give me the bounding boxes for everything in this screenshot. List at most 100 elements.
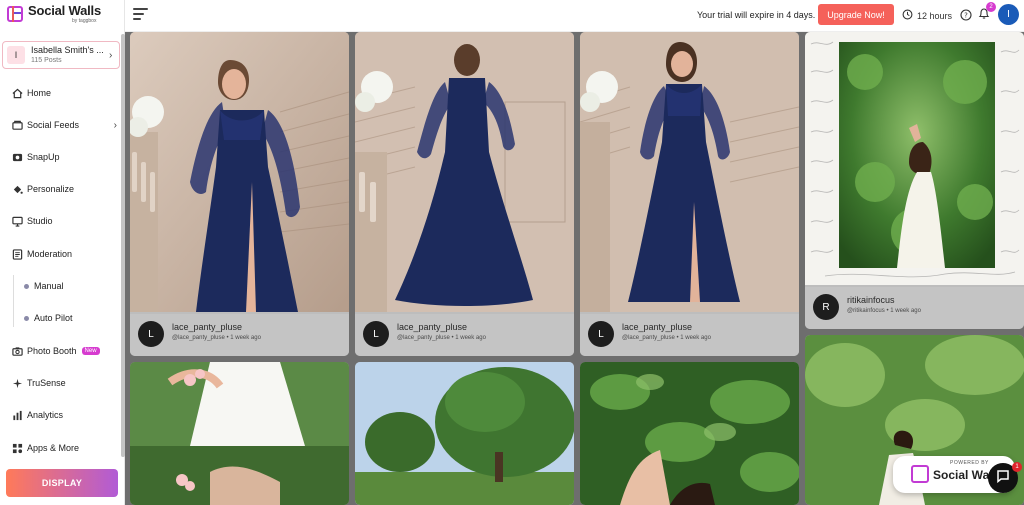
app-subtitle: by taggbox xyxy=(72,18,97,24)
post-image xyxy=(355,362,574,505)
post-card[interactable]: L lace_panty_pluse @lace_panty_pluse • 1… xyxy=(580,32,799,356)
sparkle-icon xyxy=(11,377,23,389)
bullet-icon xyxy=(24,315,29,321)
sidebar-item-analytics[interactable]: Analytics xyxy=(11,407,121,423)
sidebar-item-label: Photo Booth xyxy=(27,346,77,356)
post-username[interactable]: lace_panty_pluse xyxy=(172,322,242,332)
sidebar-item-photo-booth[interactable]: Photo Booth New xyxy=(11,343,121,359)
post-footer: R ritikainfocus @ritikainfocus • 1 week … xyxy=(805,287,1024,329)
post-footer: L lace_panty_pluse @lace_panty_pluse • 1… xyxy=(580,314,799,356)
clock-icon xyxy=(902,9,913,22)
post-handle: @lace_panty_pluse xyxy=(622,335,675,341)
post-meta: @lace_panty_pluse • 1 week ago xyxy=(397,335,486,341)
post-footer: L lace_panty_pluse @lace_panty_pluse • 1… xyxy=(130,314,349,356)
post-username[interactable]: ritikainfocus xyxy=(847,295,895,305)
app-root: Social Walls by taggbox I Isabella Smith… xyxy=(0,0,1024,505)
time-remaining[interactable]: 12 hours xyxy=(902,9,952,22)
sidebar-item-personalize[interactable]: Personalize xyxy=(11,181,121,197)
help-icon[interactable]: ? xyxy=(960,8,972,26)
sidebar-item-label: Apps & More xyxy=(27,443,80,453)
post-handle: @lace_panty_pluse xyxy=(397,335,450,341)
post-avatar: R xyxy=(813,294,839,320)
post-image xyxy=(580,32,799,312)
bar-chart-icon xyxy=(11,409,23,421)
sidebar-item-snapup[interactable]: SnapUp xyxy=(11,149,121,165)
post-handle: @ritikainfocus xyxy=(847,308,885,314)
post-time: 1 week ago xyxy=(230,335,261,341)
post-card[interactable] xyxy=(580,362,799,505)
sidebar-item-label: Moderation xyxy=(27,249,73,259)
topbar: Your trial will expire in 4 days. Upgrad… xyxy=(125,0,1024,32)
post-avatar: L xyxy=(588,321,614,347)
post-card[interactable]: R ritikainfocus @ritikainfocus • 1 week … xyxy=(805,32,1024,329)
upgrade-button[interactable]: Upgrade Now! xyxy=(818,4,894,25)
logo-icon xyxy=(7,6,23,22)
sidebar-item-label: Studio xyxy=(27,216,53,226)
post-image xyxy=(130,362,349,505)
post-meta: @ritikainfocus • 1 week ago xyxy=(847,308,921,314)
svg-text:?: ? xyxy=(964,12,968,20)
sidebar-subitem-manual[interactable]: Manual xyxy=(24,279,64,293)
sidebar-item-label: Personalize xyxy=(27,184,75,194)
app-title: Social Walls xyxy=(28,3,101,18)
social-wall-feed: L lace_panty_pluse @lace_panty_pluse • 1… xyxy=(125,32,1024,505)
sidebar-item-social-feeds[interactable]: Social Feeds › xyxy=(11,117,121,133)
chevron-right-icon: › xyxy=(109,49,113,61)
paint-bucket-icon xyxy=(11,183,23,195)
powered-by-label: POWERED BY xyxy=(950,460,989,466)
user-avatar[interactable]: I xyxy=(998,4,1019,25)
post-card[interactable]: L lace_panty_pluse @lace_panty_pluse • 1… xyxy=(130,32,349,356)
post-card[interactable] xyxy=(130,362,349,505)
post-footer: L lace_panty_pluse @lace_panty_pluse • 1… xyxy=(355,314,574,356)
sidebar-item-label: Home xyxy=(27,88,52,98)
submenu-divider xyxy=(13,275,14,327)
wall-post-count: 115 Posts xyxy=(31,57,62,64)
camera-icon xyxy=(11,345,23,357)
bullet-icon xyxy=(24,283,29,289)
post-time: 1 week ago xyxy=(680,335,711,341)
post-avatar: L xyxy=(363,321,389,347)
logo[interactable]: Social Walls by taggbox xyxy=(7,4,101,24)
post-image xyxy=(580,362,799,505)
feeds-icon xyxy=(11,119,23,131)
sidebar-item-home[interactable]: Home xyxy=(11,85,121,101)
wall-name: Isabella Smith's ... xyxy=(31,45,104,55)
sidebar-subitem-auto-pilot[interactable]: Auto Pilot xyxy=(24,311,73,325)
post-card[interactable] xyxy=(355,362,574,505)
wall-avatar: I xyxy=(7,46,25,64)
post-username[interactable]: lace_panty_pluse xyxy=(397,322,467,332)
sidebar-item-label: Analytics xyxy=(27,410,64,420)
sidebar-item-apps-more[interactable]: Apps & More xyxy=(11,440,121,456)
chat-icon xyxy=(996,469,1010,488)
monitor-icon xyxy=(11,215,23,227)
post-username[interactable]: lace_panty_pluse xyxy=(622,322,692,332)
post-meta: @lace_panty_pluse • 1 week ago xyxy=(622,335,711,341)
sidebar-subitem-label: Manual xyxy=(34,281,64,291)
post-card[interactable]: L lace_panty_pluse @lace_panty_pluse • 1… xyxy=(355,32,574,356)
post-time: 1 week ago xyxy=(890,308,921,314)
time-label: 12 hours xyxy=(917,10,953,21)
post-meta: @lace_panty_pluse • 1 week ago xyxy=(172,335,261,341)
sidebar: Social Walls by taggbox I Isabella Smith… xyxy=(0,0,125,505)
sidebar-subitem-label: Auto Pilot xyxy=(34,313,73,323)
chevron-right-icon: › xyxy=(113,119,117,131)
social-walls-logo-icon xyxy=(911,465,929,483)
wall-selector[interactable]: I Isabella Smith's ... 115 Posts › xyxy=(2,41,120,69)
post-image xyxy=(355,32,574,312)
sidebar-item-studio[interactable]: Studio xyxy=(11,213,121,229)
notification-count-badge: 2 xyxy=(986,2,996,12)
post-avatar: L xyxy=(138,321,164,347)
sidebar-item-label: TruSense xyxy=(27,378,66,388)
sidebar-item-label: SnapUp xyxy=(27,152,60,162)
snapup-icon xyxy=(11,151,23,163)
sidebar-item-label: Social Feeds xyxy=(27,120,80,130)
display-button[interactable]: DISPLAY xyxy=(6,469,118,497)
trial-notice: Your trial will expire in 4 days. xyxy=(697,10,816,20)
menu-toggle-icon[interactable] xyxy=(133,8,148,22)
new-badge: New xyxy=(81,347,100,355)
sidebar-item-moderation[interactable]: Moderation xyxy=(11,246,121,262)
apps-grid-icon xyxy=(11,442,23,454)
post-handle: @lace_panty_pluse xyxy=(172,335,225,341)
post-image xyxy=(130,32,349,312)
sidebar-item-trusense[interactable]: TruSense xyxy=(11,375,121,391)
